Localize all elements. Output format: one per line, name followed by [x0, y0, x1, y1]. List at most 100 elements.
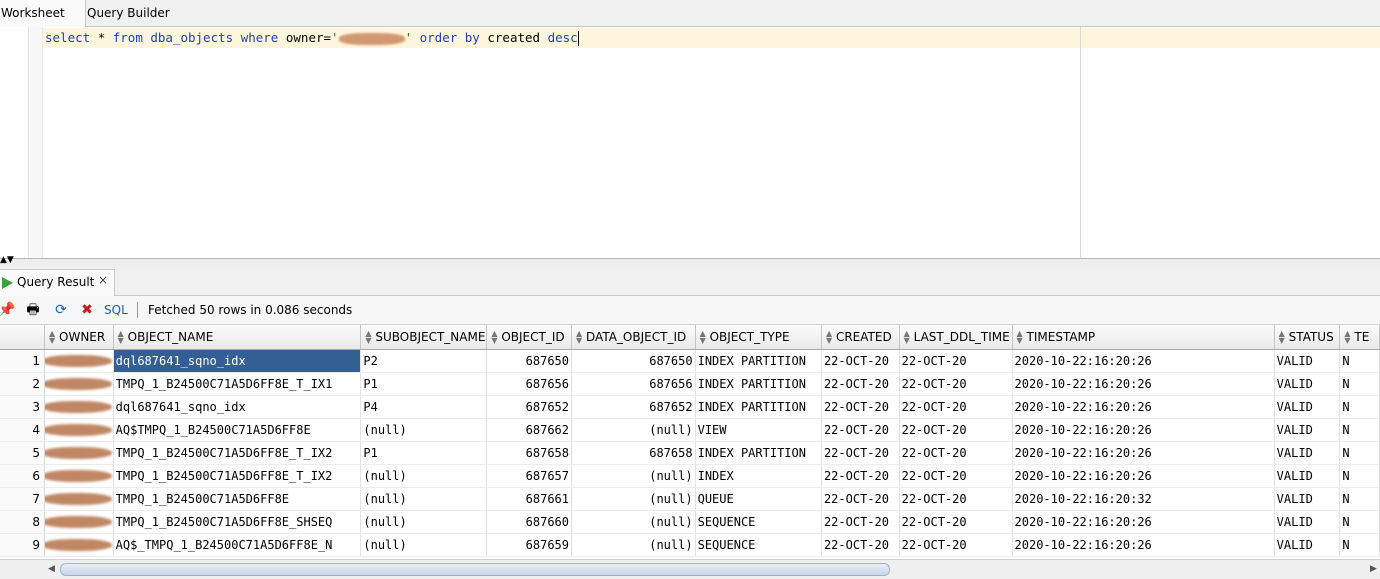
column-header-created[interactable]: ▲ ▼ CREATED — [821, 325, 900, 350]
cell-object-type[interactable]: SEQUENCE — [695, 533, 822, 557]
cell-owner-redacted[interactable] — [44, 487, 114, 511]
cell-data-object-id[interactable]: (null) — [571, 533, 696, 557]
tab-worksheet[interactable]: Worksheet — [0, 0, 86, 27]
row-number[interactable]: 5 — [0, 441, 46, 465]
scroll-left-icon[interactable]: ◀ — [48, 564, 55, 574]
table-row[interactable]: 1 dql687641_sqno_idx P2 687650 687650 INDEX P… — [0, 349, 1380, 373]
sort-icon[interactable]: ▲ ▼ — [49, 330, 56, 345]
cell-te[interactable]: N — [1339, 441, 1380, 465]
cell-subobject-name[interactable]: (null) — [360, 487, 488, 511]
cell-status[interactable]: VALID — [1274, 349, 1341, 373]
column-header-subobject-name[interactable]: ▲ ▼ SUBOBJECT_NAME — [360, 325, 488, 350]
cell-object-id[interactable]: 687661 — [486, 487, 573, 511]
cell-created[interactable]: 22-OCT-20 — [821, 533, 900, 557]
cell-object-type[interactable]: QUEUE — [695, 487, 822, 511]
cell-timestamp[interactable]: 2020-10-22:16:20:26 — [1012, 418, 1275, 442]
cell-object-id[interactable]: 687652 — [486, 395, 573, 419]
cell-te[interactable]: N — [1339, 533, 1380, 557]
cell-status[interactable]: VALID — [1274, 418, 1341, 442]
cell-timestamp[interactable]: 2020-10-22:16:20:26 — [1012, 441, 1275, 465]
cell-created[interactable]: 22-OCT-20 — [821, 510, 900, 534]
column-header-timestamp[interactable]: ▲ ▼ TIMESTAMP — [1012, 325, 1275, 350]
cell-last-ddl-time[interactable]: 22-OCT-20 — [899, 533, 1013, 557]
cell-object-id[interactable]: 687650 — [486, 349, 573, 373]
column-header-last-ddl-time[interactable]: ▲ ▼ LAST_DDL_TIME — [899, 325, 1013, 350]
tab-query-builder[interactable]: Query Builder — [87, 0, 170, 26]
cell-timestamp[interactable]: 2020-10-22:16:20:32 — [1012, 487, 1275, 511]
cell-last-ddl-time[interactable]: 22-OCT-20 — [899, 441, 1013, 465]
cell-object-id[interactable]: 687660 — [486, 510, 573, 534]
close-icon[interactable]: × — [98, 273, 108, 287]
column-header-status[interactable]: ▲ ▼ STATUS — [1274, 325, 1341, 350]
cell-object-name[interactable]: TMPQ_1_B24500C71A5D6FF8E_SHSEQ — [113, 510, 362, 534]
cell-last-ddl-time[interactable]: 22-OCT-20 — [899, 510, 1013, 534]
sort-icon[interactable]: ▲ ▼ — [365, 330, 372, 345]
cell-owner-redacted[interactable] — [44, 349, 114, 373]
column-header-data-object-id[interactable]: ▲ ▼ DATA_OBJECT_ID — [571, 325, 696, 350]
cell-object-id[interactable]: 687659 — [486, 533, 573, 557]
table-row[interactable]: 5 TMPQ_1_B24500C71A5D6FF8E_T_IX2 P1 687658 6… — [0, 441, 1380, 465]
cell-last-ddl-time[interactable]: 22-OCT-20 — [899, 372, 1013, 396]
sort-icon[interactable]: ▲ ▼ — [826, 330, 833, 345]
cell-status[interactable]: VALID — [1274, 533, 1341, 557]
row-number[interactable]: 2 — [0, 372, 46, 396]
cell-object-id[interactable]: 687656 — [486, 372, 573, 396]
cell-object-name[interactable]: dql687641_sqno_idx — [113, 395, 362, 419]
cell-te[interactable]: N — [1339, 395, 1380, 419]
row-number[interactable]: 4 — [0, 418, 46, 442]
cell-subobject-name[interactable]: P4 — [360, 395, 488, 419]
cell-object-type[interactable]: VIEW — [695, 418, 822, 442]
cell-subobject-name[interactable]: P1 — [360, 372, 488, 396]
scroll-right-icon[interactable]: ▶ — [1370, 564, 1377, 574]
column-header-te[interactable]: ▲ ▼ TE — [1339, 325, 1380, 350]
splitter-arrows-icon[interactable]: ▲▼ — [0, 256, 14, 265]
cell-te[interactable]: N — [1339, 349, 1380, 373]
horizontal-scrollbar[interactable]: ◀ ▶ — [0, 559, 1380, 579]
cell-last-ddl-time[interactable]: 22-OCT-20 — [899, 395, 1013, 419]
results-grid[interactable]: ▲ ▼ OWNER ▲ ▼ OBJECT_NAME ▲ ▼ SUBOBJECT_NAME ▲… — [0, 325, 1380, 558]
cell-data-object-id[interactable]: (null) — [571, 418, 696, 442]
cancel-query-icon[interactable]: ✖ — [78, 301, 96, 319]
cell-subobject-name[interactable]: P1 — [360, 441, 488, 465]
cell-object-name[interactable]: TMPQ_1_B24500C71A5D6FF8E_T_IX1 — [113, 372, 362, 396]
cell-object-id[interactable]: 687662 — [486, 418, 573, 442]
sort-icon[interactable]: ▲ ▼ — [576, 330, 583, 345]
tab-query-result[interactable]: Query Result × — [0, 269, 115, 296]
cell-data-object-id[interactable]: 687652 — [571, 395, 696, 419]
cell-object-name[interactable]: AQ$TMPQ_1_B24500C71A5D6FF8E — [113, 418, 362, 442]
cell-object-id[interactable]: 687657 — [486, 464, 573, 488]
cell-timestamp[interactable]: 2020-10-22:16:20:26 — [1012, 510, 1275, 534]
cell-owner-redacted[interactable] — [44, 418, 114, 442]
sort-icon[interactable]: ▲ ▼ — [904, 330, 911, 345]
cell-object-name[interactable]: AQ$_TMPQ_1_B24500C71A5D6FF8E_N — [113, 533, 362, 557]
cell-te[interactable]: N — [1339, 418, 1380, 442]
column-header-object-id[interactable]: ▲ ▼ OBJECT_ID — [486, 325, 573, 350]
cell-last-ddl-time[interactable]: 22-OCT-20 — [899, 349, 1013, 373]
cell-owner-redacted[interactable] — [44, 510, 114, 534]
cell-last-ddl-time[interactable]: 22-OCT-20 — [899, 418, 1013, 442]
cell-data-object-id[interactable]: (null) — [571, 510, 696, 534]
cell-created[interactable]: 22-OCT-20 — [821, 395, 900, 419]
cell-te[interactable]: N — [1339, 510, 1380, 534]
row-number[interactable]: 6 — [0, 464, 46, 488]
cell-status[interactable]: VALID — [1274, 441, 1341, 465]
cell-created[interactable]: 22-OCT-20 — [821, 349, 900, 373]
cell-status[interactable]: VALID — [1274, 487, 1341, 511]
cell-created[interactable]: 22-OCT-20 — [821, 464, 900, 488]
cell-created[interactable]: 22-OCT-20 — [821, 441, 900, 465]
cell-timestamp[interactable]: 2020-10-22:16:20:26 — [1012, 349, 1275, 373]
cell-data-object-id[interactable]: (null) — [571, 464, 696, 488]
cell-owner-redacted[interactable] — [44, 464, 114, 488]
cell-data-object-id[interactable]: 687656 — [571, 372, 696, 396]
cell-owner-redacted[interactable] — [44, 533, 114, 557]
column-header-object-type[interactable]: ▲ ▼ OBJECT_TYPE — [695, 325, 822, 350]
cell-last-ddl-time[interactable]: 22-OCT-20 — [899, 464, 1013, 488]
cell-object-type[interactable]: INDEX PARTITION — [695, 372, 822, 396]
table-row[interactable]: 6 TMPQ_1_B24500C71A5D6FF8E_T_IX2 (null) 687… — [0, 464, 1380, 488]
table-row[interactable]: 9 AQ$_TMPQ_1_B24500C71A5D6FF8E_N (null) 687… — [0, 533, 1380, 557]
cell-object-id[interactable]: 687658 — [486, 441, 573, 465]
cell-created[interactable]: 22-OCT-20 — [821, 487, 900, 511]
cell-object-type[interactable]: INDEX PARTITION — [695, 441, 822, 465]
cell-last-ddl-time[interactable]: 22-OCT-20 — [899, 487, 1013, 511]
cell-status[interactable]: VALID — [1274, 395, 1341, 419]
